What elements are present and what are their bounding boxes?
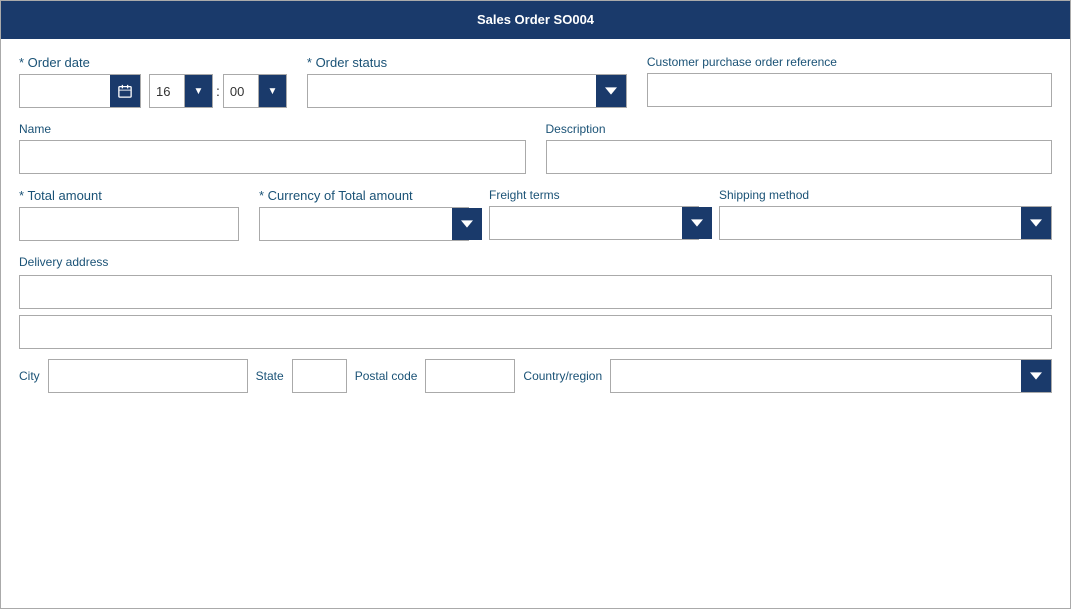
minute-dropdown-button[interactable]: ▼ — [259, 74, 287, 108]
order-date-group: * Order date 2/4/2016 16 ▼ : — [19, 55, 287, 108]
order-date-label: * Order date — [19, 55, 287, 70]
country-select: US — [610, 359, 1052, 393]
delivery-address1-input[interactable]: 123 Gray Rd — [19, 275, 1052, 309]
time-colon: : — [213, 74, 223, 108]
currency-input[interactable]: USD — [260, 208, 452, 240]
shipping-method-dropdown-button[interactable] — [1021, 207, 1051, 239]
minute-value: 00 — [223, 74, 259, 108]
currency-select: USD — [259, 207, 469, 241]
order-date-input[interactable]: 2/4/2016 — [20, 75, 110, 107]
total-amount-group: * Total amount 350 — [19, 188, 239, 241]
row-name-description: Name Lynn Haney Description Tricia Hess — [19, 122, 1052, 174]
freight-terms-input[interactable]: FOB — [490, 207, 682, 239]
row-amounts: * Total amount 350 * Currency of Total a… — [19, 188, 1052, 241]
delivery-label: Delivery address — [19, 255, 1052, 269]
delivery-address2-input[interactable]: APT 723 — [19, 315, 1052, 349]
customer-po-ref-input[interactable] — [647, 73, 1052, 107]
name-label: Name — [19, 122, 526, 136]
order-status-select: Invoice — [307, 74, 627, 108]
city-input[interactable]: Colorado — [48, 359, 248, 393]
country-dropdown-button[interactable] — [1021, 360, 1051, 392]
postal-input[interactable]: 80001 — [425, 359, 515, 393]
shipping-method-label: Shipping method — [719, 188, 1052, 202]
form-content: * Order date 2/4/2016 16 ▼ : — [1, 39, 1070, 608]
description-label: Description — [546, 122, 1053, 136]
freight-terms-group: Freight terms FOB — [489, 188, 699, 240]
currency-group: * Currency of Total amount USD — [259, 188, 469, 241]
total-amount-input[interactable]: 350 — [19, 207, 239, 241]
name-input[interactable]: Lynn Haney — [19, 140, 526, 174]
order-status-dropdown-button[interactable] — [596, 75, 626, 107]
calendar-button[interactable] — [110, 75, 140, 107]
freight-terms-select: FOB — [489, 206, 699, 240]
state-label: State — [256, 369, 284, 383]
hour-dropdown-button[interactable]: ▼ — [185, 74, 213, 108]
order-status-label: * Order status — [307, 55, 627, 70]
row-order-info: * Order date 2/4/2016 16 ▼ : — [19, 55, 1052, 108]
postal-label: Postal code — [355, 369, 418, 383]
country-input[interactable]: US — [611, 360, 1021, 392]
name-group: Name Lynn Haney — [19, 122, 526, 174]
freight-terms-dropdown-button[interactable] — [682, 207, 712, 239]
description-input[interactable]: Tricia Hess — [546, 140, 1053, 174]
order-date-controls: 2/4/2016 16 ▼ : 00 ▼ — [19, 74, 287, 108]
shipping-method-select: AirBorne — [719, 206, 1052, 240]
city-row: City Colorado State CO Postal code 80001… — [19, 359, 1052, 393]
shipping-method-group: Shipping method AirBorne — [719, 188, 1052, 240]
order-status-input[interactable]: Invoice — [308, 75, 596, 107]
window-title: Sales Order SO004 — [477, 12, 594, 27]
city-label: City — [19, 369, 40, 383]
hour-value: 16 — [149, 74, 185, 108]
currency-dropdown-button[interactable] — [452, 208, 482, 240]
title-bar: Sales Order SO004 — [1, 1, 1070, 39]
country-label: Country/region — [523, 369, 602, 383]
shipping-method-input[interactable]: AirBorne — [720, 207, 1021, 239]
customer-po-ref-label: Customer purchase order reference — [647, 55, 1052, 69]
customer-po-ref-group: Customer purchase order reference — [647, 55, 1052, 107]
total-amount-label: * Total amount — [19, 188, 239, 203]
sales-order-window: Sales Order SO004 * Order date 2/4/2016 … — [0, 0, 1071, 609]
time-select: 16 ▼ : 00 ▼ — [149, 74, 287, 108]
delivery-section: Delivery address 123 Gray Rd APT 723 Cit… — [19, 255, 1052, 393]
freight-terms-label: Freight terms — [489, 188, 699, 202]
date-wrapper: 2/4/2016 — [19, 74, 141, 108]
order-status-group: * Order status Invoice — [307, 55, 627, 108]
state-input[interactable]: CO — [292, 359, 347, 393]
description-group: Description Tricia Hess — [546, 122, 1053, 174]
currency-label: * Currency of Total amount — [259, 188, 469, 203]
